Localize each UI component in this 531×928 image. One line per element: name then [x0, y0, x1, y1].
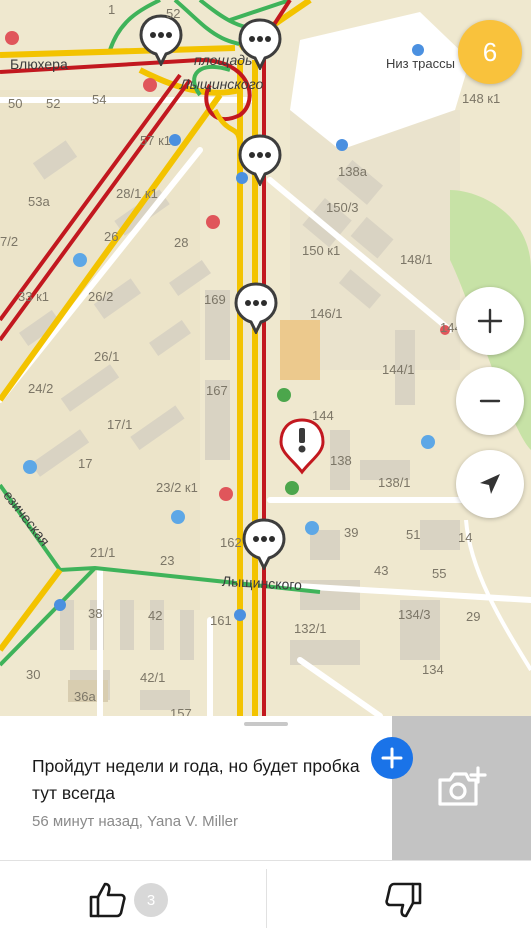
street-label: Лыщинского — [180, 76, 264, 92]
house-number: 14 — [458, 530, 473, 545]
house-number: 50 — [8, 96, 23, 111]
house-number: 26/1 — [94, 349, 120, 364]
house-number: 42/1 — [140, 670, 166, 685]
house-number: 17/1 — [107, 417, 133, 432]
chat-bubble-icon[interactable] — [139, 14, 183, 66]
house-number: 162 — [220, 535, 242, 550]
house-number: 52 — [46, 96, 61, 111]
navigation-arrow-icon — [480, 474, 500, 494]
poi-label: Низ трассы — [386, 56, 455, 71]
house-number: 138/1 — [378, 475, 411, 490]
chat-bubble-icon[interactable] — [242, 518, 286, 570]
house-number: 144/1 — [382, 362, 415, 377]
map-view[interactable]: Блюхера площадь Лыщинского Лыщинского ез… — [0, 0, 531, 716]
house-number: 43 — [374, 563, 389, 578]
house-number: 144 — [312, 408, 334, 423]
add-comment-button[interactable] — [371, 737, 413, 779]
zoom-out-button[interactable] — [456, 367, 524, 435]
comment-text: Пройдут недели и года, но будет пробка т… — [32, 756, 360, 803]
plus-icon — [381, 747, 403, 769]
house-number: 138 — [330, 453, 352, 468]
house-number: 148/1 — [400, 252, 433, 267]
street-label: Блюхера — [10, 56, 68, 72]
house-number: 138а — [338, 164, 367, 179]
map-canvas[interactable] — [0, 0, 531, 716]
reactions-bar: 3 — [0, 860, 531, 928]
sheet-grabber[interactable] — [244, 722, 288, 726]
house-number: 52 — [166, 6, 181, 21]
street-label: площадь — [194, 52, 253, 68]
plus-icon — [477, 308, 503, 334]
house-number: 157 — [170, 706, 192, 716]
divider — [266, 869, 267, 928]
house-number: 28 — [174, 235, 189, 250]
house-number: 23 — [160, 553, 175, 568]
house-number: 148 к1 — [462, 91, 501, 106]
house-number: 24/2 — [28, 381, 54, 396]
house-number: 54 — [92, 92, 107, 107]
comment-meta: 56 минут назад, Yana V. Miller — [32, 813, 239, 830]
house-number: 132/1 — [294, 621, 327, 636]
house-number: 38 — [88, 606, 103, 621]
house-number: 57 к1 — [140, 133, 171, 148]
house-number: 150/3 — [326, 200, 359, 215]
house-number: 28/1 к1 — [116, 186, 158, 201]
house-number: 134 — [422, 662, 444, 677]
house-number: 53а — [28, 194, 50, 209]
house-number: 51 — [406, 527, 421, 542]
traffic-score-badge[interactable]: 6 — [458, 20, 522, 84]
thumbs-up-icon — [89, 882, 126, 918]
house-number: 169 — [204, 292, 226, 307]
minus-icon — [479, 399, 501, 403]
house-number: 23/2 к1 — [156, 480, 198, 495]
zoom-in-button[interactable] — [456, 287, 524, 355]
camera-add-icon — [437, 766, 487, 806]
house-number: 167 — [206, 383, 228, 398]
like-button[interactable]: 3 — [88, 881, 168, 919]
thumbs-down-icon — [385, 882, 422, 918]
house-number: 55 — [432, 566, 447, 581]
house-number: 26/2 — [88, 289, 114, 304]
chat-bubble-icon[interactable] — [234, 282, 278, 334]
locate-me-button[interactable] — [456, 450, 524, 518]
house-number: 161 — [210, 613, 232, 628]
house-number: 30 — [26, 667, 41, 682]
house-number: 33 к1 — [18, 289, 49, 304]
house-number: 26 — [104, 229, 119, 244]
chat-bubble-icon[interactable] — [238, 134, 282, 186]
house-number: 1 — [108, 2, 116, 17]
house-number: 36а — [74, 689, 96, 704]
house-number: 7/2 — [0, 234, 19, 249]
house-number: 21/1 — [90, 545, 116, 560]
like-count-badge: 3 — [134, 883, 168, 917]
house-number: 150 к1 — [302, 243, 341, 258]
dislike-button[interactable] — [383, 881, 423, 924]
comment-sheet: Пройдут недели и года, но будет пробка т… — [0, 716, 531, 928]
house-number: 39 — [344, 525, 359, 540]
add-photo-button[interactable] — [392, 716, 531, 860]
house-number: 134/3 — [398, 607, 431, 622]
house-number: 42 — [148, 608, 163, 623]
house-number: 29 — [466, 609, 481, 624]
house-number: 146/1 — [310, 306, 343, 321]
house-number: 17 — [78, 456, 93, 471]
